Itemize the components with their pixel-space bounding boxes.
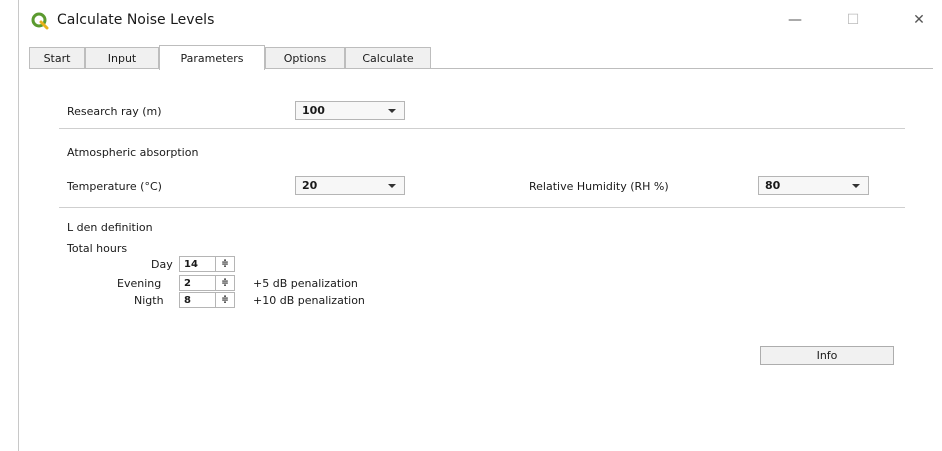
research-ray-select[interactable]: 100 <box>295 101 405 120</box>
evening-value: 2 <box>184 277 191 289</box>
chevron-down-icon <box>852 184 860 188</box>
evening-label: Evening <box>117 277 162 290</box>
day-value: 14 <box>184 258 198 270</box>
tab-start[interactable]: Start <box>29 47 85 68</box>
total-hours-label: Total hours <box>67 242 128 255</box>
night-value: 8 <box>184 294 191 306</box>
qgis-icon <box>31 12 49 30</box>
info-button[interactable]: Info <box>760 346 894 365</box>
spin-arrows-icon[interactable]: ≑ <box>215 257 234 271</box>
minimize-button[interactable]: — <box>781 8 809 32</box>
research-ray-label: Research ray (m) <box>67 105 162 118</box>
divider <box>59 128 905 129</box>
humidity-select[interactable]: 80 <box>758 176 869 195</box>
tab-options[interactable]: Options <box>265 47 345 68</box>
humidity-value: 80 <box>765 179 781 192</box>
evening-penalization: +5 dB penalization <box>253 277 358 290</box>
window-title: Calculate Noise Levels <box>57 12 215 28</box>
tab-input[interactable]: Input <box>85 47 159 68</box>
spin-arrows-icon[interactable]: ≑ <box>215 293 234 307</box>
close-button[interactable]: ✕ <box>905 8 933 32</box>
chevron-down-icon <box>388 184 396 188</box>
night-label: Nigth <box>134 294 164 307</box>
temperature-select[interactable]: 20 <box>295 176 405 195</box>
temperature-label: Temperature (°C) <box>67 180 162 193</box>
divider <box>59 207 905 208</box>
tab-parameters[interactable]: Parameters <box>159 45 265 70</box>
tab-bar: Start Input Parameters Options Calculate <box>29 45 933 70</box>
night-penalization: +10 dB penalization <box>253 294 365 307</box>
lden-heading: L den definition <box>67 221 153 234</box>
tab-calculate[interactable]: Calculate <box>345 47 431 68</box>
maximize-button[interactable]: ☐ <box>839 8 867 32</box>
spin-arrows-icon[interactable]: ≑ <box>215 276 234 290</box>
day-spinbox[interactable]: 14 ≑ <box>179 256 235 272</box>
research-ray-value: 100 <box>302 104 325 117</box>
dialog-window: Calculate Noise Levels — ☐ ✕ Start Input… <box>18 0 942 451</box>
parameters-panel: Research ray (m) 100 Atmospheric absorpt… <box>29 68 933 451</box>
chevron-down-icon <box>388 109 396 113</box>
atmospheric-heading: Atmospheric absorption <box>67 146 199 159</box>
night-spinbox[interactable]: 8 ≑ <box>179 292 235 308</box>
title-bar: Calculate Noise Levels — ☐ ✕ <box>19 0 942 40</box>
temperature-value: 20 <box>302 179 318 192</box>
evening-spinbox[interactable]: 2 ≑ <box>179 275 235 291</box>
humidity-label: Relative Humidity (RH %) <box>529 180 669 193</box>
day-label: Day <box>151 258 173 271</box>
